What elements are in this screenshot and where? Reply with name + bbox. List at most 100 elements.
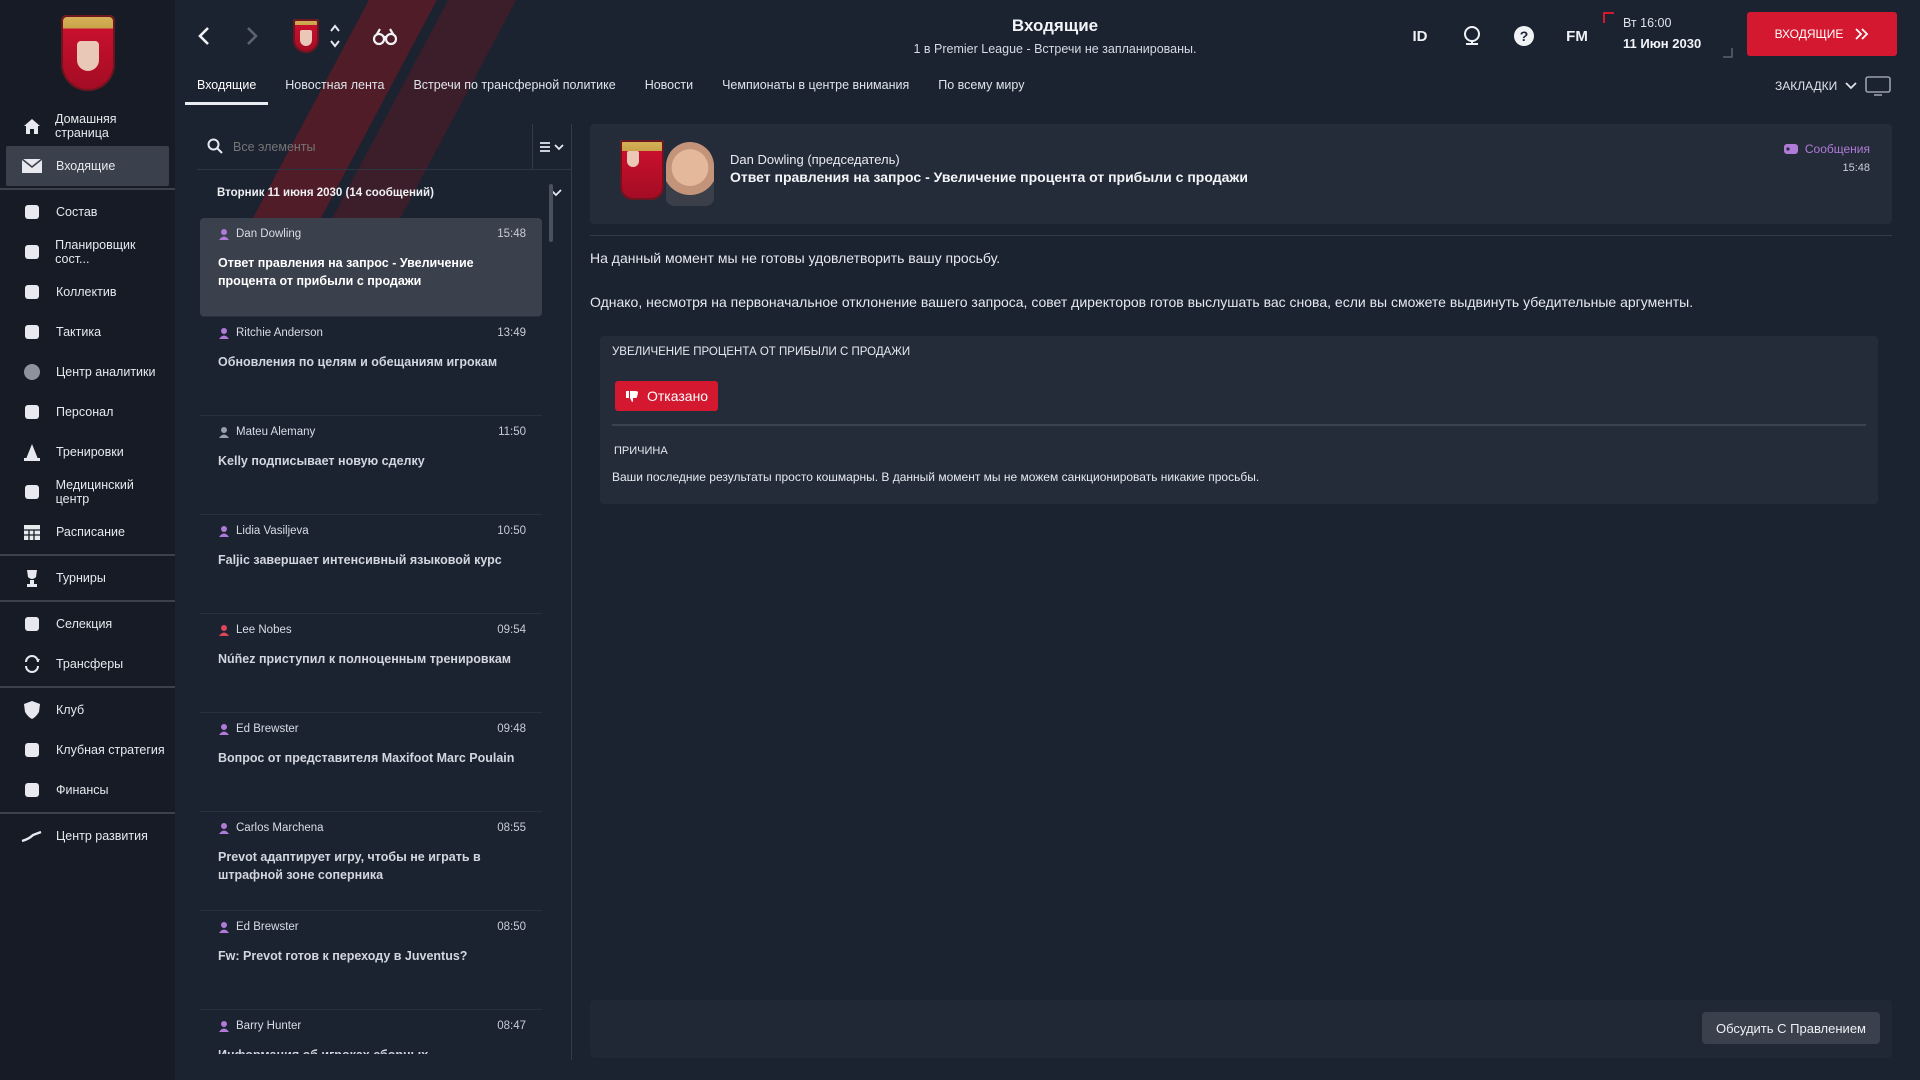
message-time: 11:50	[498, 426, 526, 438]
help-icon: ?	[1514, 26, 1534, 46]
message-sender: Ed Brewster	[236, 723, 299, 735]
search-input[interactable]	[197, 123, 532, 170]
message-subject: Ответ правления на запрос - Увеличение п…	[730, 169, 1248, 185]
request-result-box: УВЕЛИЧЕНИЕ ПРОЦЕНТА ОТ ПРИБЫЛИ С ПРОДАЖИ…	[600, 336, 1878, 504]
mail-icon	[20, 154, 44, 178]
search-bar	[197, 123, 572, 170]
person-icon	[219, 427, 229, 438]
message-list-item[interactable]: Carlos Marchena 08:55 Prevot адаптирует иг…	[200, 812, 542, 911]
sidebar-item-group[interactable]: Коллектив	[6, 272, 169, 312]
sidebar-item-shirt[interactable]: Состав	[6, 192, 169, 232]
message-paragraph-1: На данный момент мы не готовы удовлетвор…	[590, 250, 1001, 266]
sidebar-item-briefcase[interactable]: Клубная стратегия	[6, 730, 169, 770]
sidebar-item-calendar[interactable]: Расписание	[6, 512, 169, 552]
tab-4[interactable]: Чемпионаты в центре внимания	[710, 72, 921, 105]
title-block: Входящие 1 в Premier League - Встречи не…	[795, 16, 1315, 56]
sidebar-item-mail[interactable]: Входящие	[6, 146, 169, 186]
clipboard-icon	[20, 240, 43, 264]
sender-avatar[interactable]	[666, 142, 714, 206]
message-list-item[interactable]: Dan Dowling 15:48 Ответ правления на запро…	[200, 218, 542, 317]
scouting-search-button[interactable]	[371, 22, 399, 50]
sidebar-item-label: Финансы	[56, 783, 109, 797]
forward-button[interactable]	[239, 22, 265, 50]
sidebar-item-money[interactable]: Финансы	[6, 770, 169, 810]
sidebar-item-staff[interactable]: Персонал	[6, 392, 169, 432]
cone-icon	[20, 440, 44, 464]
list-filter-menu-button[interactable]	[532, 123, 572, 170]
discuss-with-board-button[interactable]: Обсудить С Правлением	[1701, 1012, 1880, 1044]
club-crest-logo[interactable]	[60, 15, 115, 91]
sidebar-item-label: Клубная стратегия	[56, 743, 165, 757]
list-scrollbar[interactable]	[549, 184, 553, 242]
message-list-item[interactable]: Ed Brewster 09:48 Вопрос от представителя …	[200, 713, 542, 812]
sidebar-item-label: Состав	[56, 205, 98, 219]
sidebar-item-binoculars[interactable]: Селекция	[6, 604, 169, 644]
sidebar-item-trophy[interactable]: Турниры	[6, 558, 169, 598]
date-group-header[interactable]: Вторник 11 июня 2030 (14 сообщений)	[197, 180, 572, 206]
svg-text:?: ?	[1520, 28, 1529, 44]
thumbs-down-icon	[626, 391, 638, 402]
sidebar-item-home[interactable]: Домашняя страница	[6, 106, 169, 146]
sidebar-item-label: Входящие	[56, 159, 116, 173]
sidebar-item-label: Планировщик сост...	[55, 238, 136, 266]
message-category[interactable]: Сообщения	[1783, 142, 1870, 156]
club-cycle-button[interactable]	[327, 22, 343, 50]
status-badge: Отказано	[615, 381, 719, 411]
corner-mark-icon	[1723, 48, 1733, 58]
calendar-icon	[20, 520, 44, 544]
world-button[interactable]	[1457, 22, 1487, 50]
message-list-item[interactable]: Lee Nobes 09:54 Núñez приступил к полноцен…	[200, 614, 542, 713]
message-list-item[interactable]: Ed Brewster 08:50 Fw: Prevot готов к перех…	[200, 911, 542, 1010]
sender-name[interactable]: Dan Dowling (председатель)	[730, 152, 900, 167]
sidebar-item-tactics[interactable]: Тактика	[6, 312, 169, 352]
analytics-icon	[20, 360, 44, 384]
id-button[interactable]: ID	[1405, 22, 1435, 50]
bookmarks-dropdown[interactable]: ЗАКЛАДКИ	[1775, 76, 1892, 96]
message-list-item[interactable]: Ritchie Anderson 13:49 Обновления по целям…	[200, 317, 542, 416]
sidebar-item-shield[interactable]: Клуб	[6, 690, 169, 730]
sidebar-item-cone[interactable]: Тренировки	[6, 432, 169, 472]
sidebar-item-analytics[interactable]: Центр аналитики	[6, 352, 169, 392]
help-button[interactable]: ?	[1509, 22, 1539, 50]
back-button[interactable]	[191, 22, 217, 50]
sidebar-item-transfer[interactable]: Трансферы	[6, 644, 169, 684]
sidebar-item-medical[interactable]: Медицинский центр	[6, 472, 169, 512]
tab-1[interactable]: Новостная лента	[273, 72, 396, 105]
message-sender: Dan Dowling	[236, 228, 302, 240]
message-header: Dan Dowling (председатель) Ответ правлен…	[590, 124, 1892, 224]
continue-button[interactable]: ВХОДЯЩИЕ	[1747, 12, 1897, 56]
message-list-item[interactable]: Barry Hunter 08:47 Информация об игроках с…	[200, 1010, 542, 1054]
trophy-icon	[20, 566, 44, 590]
sidebar-item-clipboard[interactable]: Планировщик сост...	[6, 232, 169, 272]
tab-0[interactable]: Входящие	[185, 72, 269, 105]
chevron-left-icon	[198, 27, 209, 45]
club-switch-button[interactable]	[291, 18, 321, 54]
sidebar-item-label: Клуб	[56, 703, 85, 717]
message-subject: Fw: Prevot готов к переходу в Juventus?	[218, 949, 468, 963]
panel-divider	[571, 124, 572, 1060]
reason-text: Ваши последние результаты просто кошмарн…	[612, 470, 1260, 484]
tab-5[interactable]: По всему миру	[926, 72, 1036, 105]
medical-icon	[20, 480, 44, 504]
tab-2[interactable]: Встречи по трансферной политике	[401, 72, 627, 105]
game-datetime[interactable]: Вт 16:00 11 Июн 2030	[1623, 16, 1701, 51]
sidebar-item-label: Коллектив	[56, 285, 117, 299]
message-subject: Информация об игроках сборных	[218, 1046, 526, 1054]
game-date: 11 Июн 2030	[1623, 36, 1702, 51]
message-list-item[interactable]: Mateu Alemany 11:50 Kelly подписывает нову…	[200, 416, 542, 515]
sidebar: Домашняя страница Входящие Состав Планировщ…	[0, 0, 175, 1080]
tab-3[interactable]: Новости	[633, 72, 705, 105]
fm-menu-button[interactable]: FM	[1559, 22, 1595, 50]
bookmarks-label: ЗАКЛАДКИ	[1775, 79, 1838, 93]
message-time: 15:48	[497, 228, 526, 240]
result-divider	[612, 424, 1866, 426]
chevron-down-icon	[1845, 82, 1857, 90]
shield-icon	[20, 698, 44, 722]
message-sender: Ed Brewster	[236, 921, 299, 933]
message-sender: Lidia Vasiljeva	[236, 525, 309, 537]
sidebar-divider	[0, 188, 175, 190]
message-list-item[interactable]: Lidia Vasiljeva 10:50 Faljic завершает инт…	[200, 515, 542, 614]
double-chevron-right-icon	[1855, 28, 1869, 40]
request-title: УВЕЛИЧЕНИЕ ПРОЦЕНТА ОТ ПРИБЫЛИ С ПРОДАЖИ	[612, 346, 911, 358]
sidebar-item-growth[interactable]: Центр развития	[6, 816, 169, 856]
